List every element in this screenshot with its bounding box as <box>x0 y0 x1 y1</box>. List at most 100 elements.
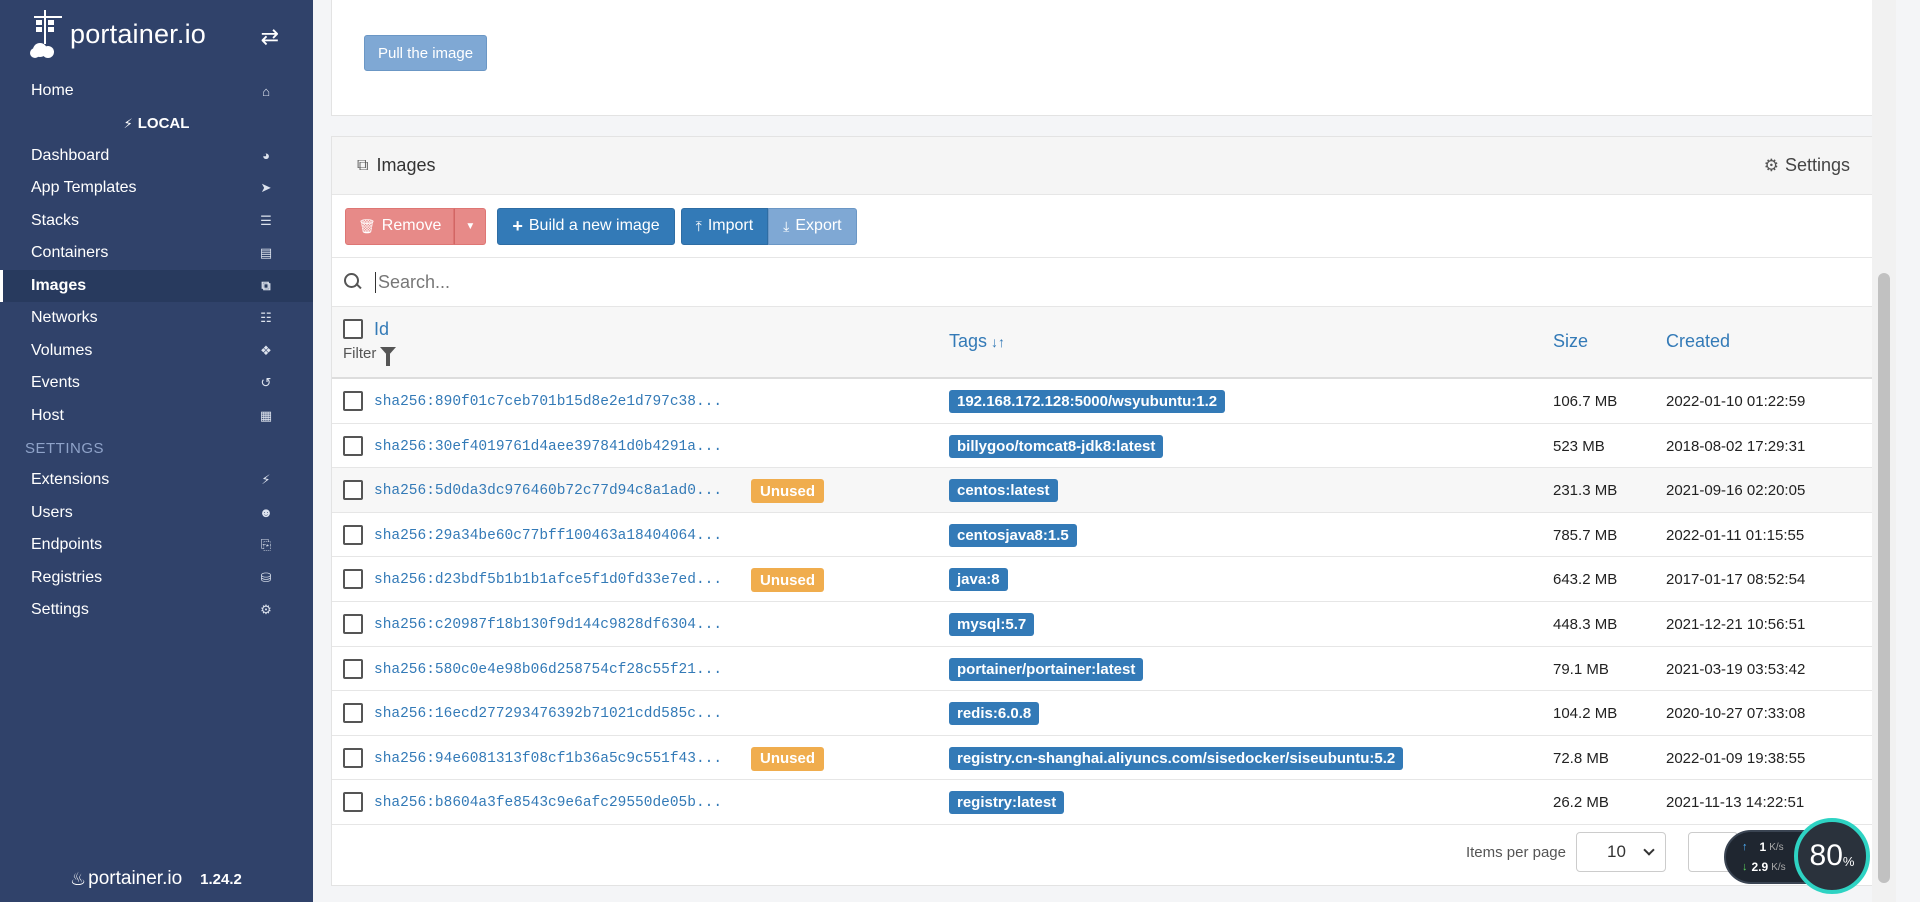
table-row: sha256:c20987f18b130f9d144c9828df6304...… <box>332 602 1878 647</box>
scrollbar-thumb[interactable] <box>1878 273 1890 883</box>
column-tags[interactable]: Tags ↓↑ <box>949 331 1005 352</box>
column-size[interactable]: Size <box>1553 331 1588 352</box>
sidebar-item-dashboard[interactable]: Dashboard ◕ <box>0 140 313 173</box>
sidebar-item-label: Extensions <box>31 471 110 489</box>
image-size: 643.2 MB <box>1553 571 1618 589</box>
image-id-link[interactable]: sha256:5d0da3dc976460b72c77d94c8a1ad0... <box>374 483 722 499</box>
search-input[interactable] <box>375 271 1275 293</box>
settings-section-label: SETTINGS <box>25 439 105 457</box>
upload-icon: ⤒ <box>695 217 702 234</box>
image-created: 2021-09-16 02:20:05 <box>1666 482 1806 500</box>
sidebar-item-images[interactable]: Images ⧉ <box>0 269 313 302</box>
sidebar-footer: ♨ portainer.io 1.24.2 <box>70 868 242 890</box>
download-value: 2.9 <box>1751 860 1769 874</box>
cogs-icon: ⚙ <box>260 602 272 618</box>
image-id-link[interactable]: sha256:c20987f18b130f9d144c9828df6304... <box>374 617 722 633</box>
remove-dropdown-toggle[interactable]: ▼ <box>454 207 487 245</box>
sidebar-item-stacks[interactable]: Stacks ☰ <box>0 205 313 238</box>
exchange-icon[interactable]: ⇄ <box>261 24 279 50</box>
sidebar-item-settings[interactable]: Settings ⚙ <box>0 594 313 627</box>
plus-icon: + <box>512 215 523 236</box>
database-icon: ⛁ <box>260 569 272 585</box>
row-checkbox[interactable] <box>343 747 363 768</box>
image-size: 104.2 MB <box>1553 705 1618 723</box>
export-button[interactable]: ⤓ Export <box>768 207 857 245</box>
table-row: sha256:29a34be60c77bff100463a18404064...… <box>332 513 1878 558</box>
sidebar-item-endpoints[interactable]: Endpoints ⎘ <box>0 529 313 562</box>
portainer-logo-icon <box>30 8 66 60</box>
row-checkbox[interactable] <box>343 569 363 590</box>
row-checkbox[interactable] <box>343 391 363 411</box>
sidebar: portainer.io ⇄ Home ⌂ ⚡ LOCAL Dashboard … <box>0 0 313 902</box>
image-tag-badge: centosjava8:1.5 <box>949 523 1077 547</box>
sidebar-item-events[interactable]: Events ↺ <box>0 367 313 400</box>
sidebar-item-extensions[interactable]: Extensions ⚡ <box>0 464 313 497</box>
sidebar-item-home[interactable]: Home ⌂ <box>0 75 313 108</box>
image-id-link[interactable]: sha256:b8604a3fe8543c9e6afc29550de05b... <box>374 795 722 811</box>
sidebar-item-volumes[interactable]: Volumes ❖ <box>0 335 313 368</box>
users-icon: ☻ <box>259 505 273 521</box>
dashboard-icon: ◕ <box>262 148 270 164</box>
row-checkbox[interactable] <box>343 613 363 634</box>
sidebar-item-containers[interactable]: Containers ▤ <box>0 237 313 270</box>
sidebar-item-registries[interactable]: Registries ⛁ <box>0 562 313 595</box>
sidebar-item-label: Stacks <box>31 211 80 229</box>
caret-down-icon: ▼ <box>465 220 476 232</box>
pagination-bar: Items per page 10 <box>332 819 1878 885</box>
filter-icon <box>380 347 397 366</box>
import-button[interactable]: ⤒ Import <box>680 207 769 245</box>
export-label: Export <box>795 217 842 234</box>
sort-alpha-icon: ↓↑ <box>991 333 1006 350</box>
sidebar-item-label: Settings <box>31 601 89 619</box>
sidebar-item-users[interactable]: Users ☻ <box>0 497 313 530</box>
pull-image-button[interactable]: Pull the image <box>364 35 488 71</box>
select-all-checkbox[interactable] <box>343 319 363 339</box>
sidebar-nav: Home ⌂ ⚡ LOCAL Dashboard ◕ App Templates… <box>0 75 313 627</box>
row-checkbox[interactable] <box>343 658 363 679</box>
items-per-page-value: 10 <box>1607 842 1626 861</box>
image-id-link[interactable]: sha256:94e6081313f08cf1b36a5c9c551f43... <box>374 751 722 767</box>
images-panel: ⧉ Images ⚙ Settings 🗑 Remove ▼ + Build a… <box>331 136 1879 886</box>
image-id-link[interactable]: sha256:16ecd277293476392b71021cdd585c... <box>374 706 722 722</box>
upload-arrow-icon: ↑ <box>1742 841 1748 853</box>
sidebar-item-host[interactable]: Host ▦ <box>0 400 313 433</box>
row-checkbox[interactable] <box>343 703 363 724</box>
image-size: 26.2 MB <box>1553 794 1609 812</box>
image-created: 2018-08-02 17:29:31 <box>1666 437 1806 455</box>
brand-logo[interactable]: portainer.io <box>30 8 280 60</box>
remove-label: Remove <box>381 217 442 234</box>
row-checkbox[interactable] <box>343 480 363 501</box>
items-per-page-label: Items per page <box>1465 843 1566 861</box>
image-id-link[interactable]: sha256:29a34be60c77bff100463a18404064... <box>374 528 722 544</box>
rocket-icon: ➤ <box>260 180 272 196</box>
sidebar-item-label: Endpoints <box>31 536 103 554</box>
sidebar-item-app-templates[interactable]: App Templates ➤ <box>0 172 313 205</box>
download-arrow-icon: ↓ <box>1742 861 1748 873</box>
image-size: 106.7 MB <box>1553 393 1618 410</box>
panel-title: ⧉ Images <box>357 155 435 176</box>
history-icon: ↺ <box>260 375 272 391</box>
page-scrollbar[interactable] <box>1872 0 1896 902</box>
chevron-down-icon <box>1643 844 1655 856</box>
column-created[interactable]: Created <box>1666 331 1730 352</box>
image-id-link[interactable]: sha256:d23bdf5b1b1b1afce5f1d0fd33e7ed... <box>374 572 722 588</box>
sidebar-item-label: Registries <box>31 568 103 586</box>
remove-button[interactable]: 🗑 Remove <box>345 207 455 245</box>
row-checkbox[interactable] <box>343 524 363 545</box>
sidebar-item-networks[interactable]: Networks ☷ <box>0 302 313 335</box>
settings-label: Settings <box>1784 155 1850 175</box>
table-row: sha256:d23bdf5b1b1b1afce5f1d0fd33e7ed...… <box>332 557 1878 602</box>
image-id-link[interactable]: sha256:30ef4019761d4aee397841d0b4291a... <box>374 439 722 455</box>
row-checkbox[interactable] <box>343 792 363 813</box>
build-label: Build a new image <box>528 217 660 234</box>
image-id-link[interactable]: sha256:890f01c7ceb701b15d8e2e1d797c38... <box>374 394 722 410</box>
filter-button[interactable]: Filter <box>343 345 397 366</box>
image-tag-badge: billygoo/tomcat8-jdk8:latest <box>949 434 1164 458</box>
image-id-link[interactable]: sha256:580c0e4e98b06d258754cf28c55f21... <box>374 662 722 678</box>
items-per-page-select[interactable]: 10 <box>1576 832 1666 872</box>
row-checkbox[interactable] <box>343 435 363 456</box>
network-monitor-widget[interactable]: ↑ 1 K/s ↓ 2.9 K/s 80 % <box>1722 818 1870 894</box>
table-settings-button[interactable]: ⚙ Settings <box>1764 155 1850 176</box>
column-id[interactable]: Id <box>374 319 389 340</box>
build-image-button[interactable]: + Build a new image <box>497 207 675 245</box>
